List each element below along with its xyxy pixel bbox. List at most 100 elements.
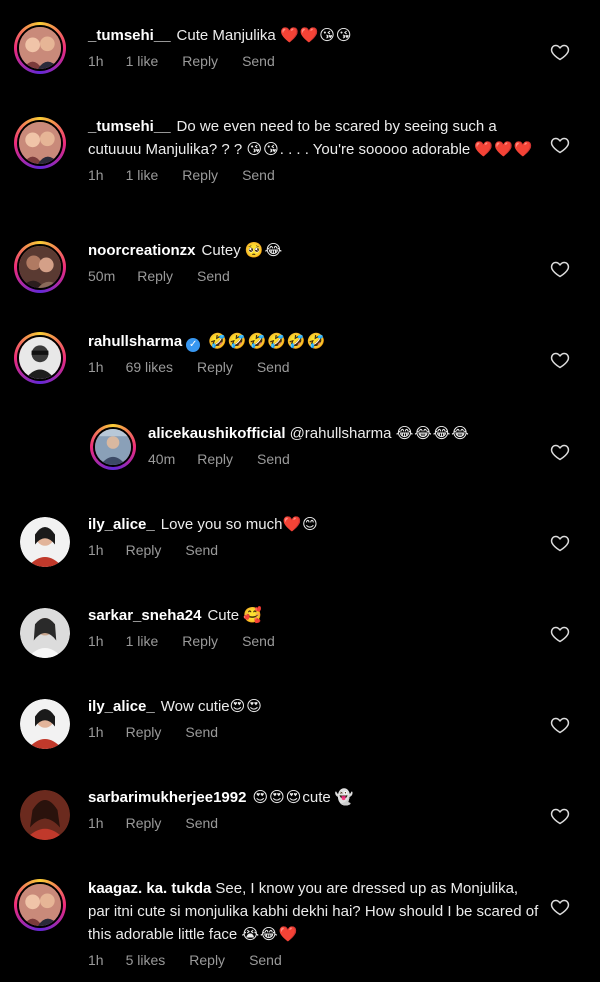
like-heart-icon[interactable] <box>550 806 570 826</box>
comment-emoji: 🥺😂 <box>244 241 284 259</box>
reply-button[interactable]: Reply <box>126 724 162 740</box>
reply-button[interactable]: Reply <box>189 952 225 968</box>
send-button[interactable]: Send <box>257 451 290 467</box>
comment-body: Wow cutie <box>160 698 230 715</box>
comment-emoji: ❤️❤️😘😘 <box>279 26 353 44</box>
send-button[interactable]: Send <box>257 359 290 375</box>
avatar-image <box>19 337 61 379</box>
comment-username[interactable]: noorcreationzx <box>88 242 196 259</box>
like-heart-icon[interactable] <box>550 42 570 62</box>
reply-button[interactable]: Reply <box>182 167 218 183</box>
comment-meta: 50m Reply Send <box>88 268 540 284</box>
avatar[interactable] <box>20 790 70 840</box>
send-button[interactable]: Send <box>185 724 218 740</box>
comment-username[interactable]: ily_alice_ <box>88 698 155 715</box>
comment-username[interactable]: kaagaz. ka. tukda <box>88 880 211 897</box>
send-button[interactable]: Send <box>197 268 230 284</box>
comment-time: 1h <box>88 167 104 183</box>
comment-text: _tumsehi__ Do we even need to be scared b… <box>88 115 540 161</box>
avatar[interactable] <box>14 117 66 169</box>
verified-badge-icon: ✓ <box>186 338 201 352</box>
send-button[interactable]: Send <box>185 815 218 831</box>
comment-emoji: 😘😘 <box>246 140 280 158</box>
comment-emoji: ❤️😊 <box>282 515 319 533</box>
comment-emoji: 👻 <box>334 788 355 806</box>
reply-button[interactable]: Reply <box>126 815 162 831</box>
like-heart-icon[interactable] <box>550 897 570 917</box>
comment-text: sarkar_sneha24 Cute 🥰 <box>88 604 540 627</box>
comment-time: 1h <box>88 952 104 968</box>
comment-username[interactable]: ily_alice_ <box>88 516 155 533</box>
avatar-image <box>19 884 61 926</box>
likes-count[interactable]: 69 likes <box>126 359 173 375</box>
like-heart-icon[interactable] <box>550 135 570 155</box>
reply-button[interactable]: Reply <box>126 542 162 558</box>
like-heart-icon[interactable] <box>550 259 570 279</box>
like-heart-icon[interactable] <box>550 624 570 644</box>
avatar[interactable] <box>20 699 70 749</box>
comment-meta: 1h 5 likes Reply Send <box>88 952 540 968</box>
comment-username[interactable]: sarkar_sneha24 <box>88 607 201 624</box>
comment-meta: 40m Reply Send <box>148 451 540 467</box>
comment-username[interactable]: rahullsharma <box>88 333 182 350</box>
comment-meta: 1h Reply Send <box>88 724 540 740</box>
send-button[interactable]: Send <box>185 542 218 558</box>
send-button[interactable]: Send <box>249 952 282 968</box>
avatar[interactable] <box>90 424 136 470</box>
comment-emoji: 🤣🤣🤣🤣🤣🤣 <box>208 332 327 350</box>
like-heart-icon[interactable] <box>550 350 570 370</box>
avatar-image <box>20 608 70 658</box>
reply-button[interactable]: Reply <box>182 53 218 69</box>
send-button[interactable]: Send <box>242 633 275 649</box>
send-button[interactable]: Send <box>242 167 275 183</box>
comment-username[interactable]: _tumsehi__ <box>88 118 171 135</box>
likes-count[interactable]: 1 like <box>126 53 159 69</box>
comment-username[interactable]: alicekaushikofficial <box>148 425 286 442</box>
comment-body-continued: . . . . You're sooooo adorable <box>279 141 471 158</box>
avatar-image <box>20 517 70 567</box>
avatar[interactable] <box>14 879 66 931</box>
avatar-image <box>95 429 131 465</box>
comment-username[interactable]: _tumsehi__ <box>88 27 171 44</box>
reply-button[interactable]: Reply <box>197 359 233 375</box>
avatar-image <box>20 790 70 840</box>
comment-meta: 1h Reply Send <box>88 542 540 558</box>
likes-count[interactable]: 1 like <box>126 167 159 183</box>
comment-emoji: 😍😍😍 <box>252 788 303 806</box>
comment-username[interactable]: sarbarimukherjee1992 <box>88 789 246 806</box>
comment-body: Cute <box>207 607 240 624</box>
comment-text: noorcreationzx Cutey 🥺😂 <box>88 239 540 262</box>
avatar[interactable] <box>14 22 66 74</box>
avatar-image <box>20 699 70 749</box>
avatar[interactable] <box>20 608 70 658</box>
like-heart-icon[interactable] <box>550 442 570 462</box>
comment-mention[interactable]: @rahullsharma <box>290 425 392 442</box>
comment-time: 40m <box>148 451 176 467</box>
comment-time: 1h <box>88 633 104 649</box>
comment-emoji: 😭😂❤️ <box>241 925 299 943</box>
likes-count[interactable]: 1 like <box>126 633 159 649</box>
comment-emoji: 😂😂😂😂 <box>395 424 470 442</box>
comment-meta: 1h 1 like Reply Send <box>88 633 540 649</box>
likes-count[interactable]: 5 likes <box>126 952 166 968</box>
comment-body: Love you so much <box>160 516 283 533</box>
comment-time: 1h <box>88 724 104 740</box>
reply-button[interactable]: Reply <box>182 633 218 649</box>
avatar[interactable] <box>14 241 66 293</box>
avatar[interactable] <box>14 332 66 384</box>
comment-time: 1h <box>88 542 104 558</box>
reply-button[interactable]: Reply <box>137 268 173 284</box>
like-heart-icon[interactable] <box>550 533 570 553</box>
like-heart-icon[interactable] <box>550 715 570 735</box>
comment-text: rahullsharma ✓ 🤣🤣🤣🤣🤣🤣 <box>88 330 540 353</box>
comment-emoji: 🥰 <box>243 606 263 624</box>
comment-meta: 1h 1 like Reply Send <box>88 167 540 183</box>
comment-meta: 1h 1 like Reply Send <box>88 53 540 69</box>
comment-text: alicekaushikofficial @rahullsharma 😂😂😂😂 <box>148 422 540 445</box>
comment-meta: 1h Reply Send <box>88 815 540 831</box>
avatar-image <box>19 27 61 69</box>
reply-button[interactable]: Reply <box>197 451 233 467</box>
avatar[interactable] <box>20 517 70 567</box>
send-button[interactable]: Send <box>242 53 275 69</box>
comment-text: kaagaz. ka. tukda See, I know you are dre… <box>88 877 540 946</box>
